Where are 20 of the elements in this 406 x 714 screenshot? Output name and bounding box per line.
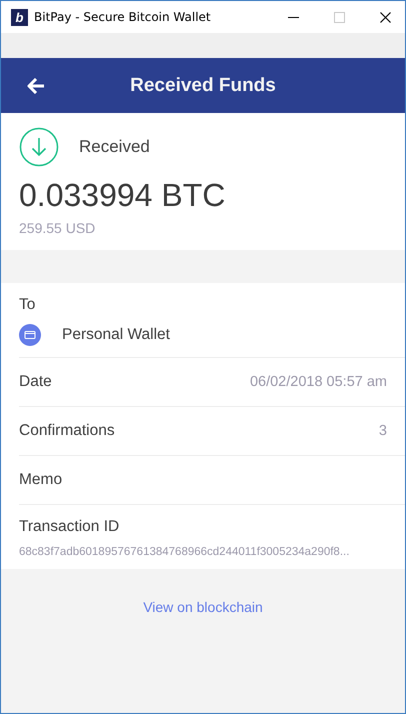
field-value: 3: [378, 423, 387, 439]
app-logo: b: [11, 8, 28, 26]
field-label: To: [19, 296, 36, 314]
fiat-amount: 259.55 USD: [19, 220, 96, 236]
status-label: Received: [79, 137, 150, 157]
wallet-name: Personal Wallet: [62, 326, 170, 344]
transaction-id: 68c83f7adb60189576761384768966cd244011f3005234a290f8...: [19, 546, 350, 558]
page-title: Received Funds: [130, 74, 276, 96]
minimize-icon[interactable]: [288, 16, 299, 18]
back-arrow-icon[interactable]: [27, 78, 45, 94]
field-value: 06/02/2018 05:57 am: [250, 374, 387, 390]
wallet-icon: [19, 324, 41, 346]
close-icon[interactable]: [380, 12, 391, 22]
blockchain-link[interactable]: View on blockchain: [143, 599, 263, 615]
field-label: Confirmations: [19, 422, 115, 440]
btc-amount: 0.033994 BTC: [19, 177, 226, 214]
field-label: Date: [19, 373, 52, 391]
window-title: BitPay - Secure Bitcoin Wallet: [34, 10, 211, 24]
field-label: Transaction ID: [19, 518, 120, 536]
field-label: Memo: [19, 471, 62, 489]
